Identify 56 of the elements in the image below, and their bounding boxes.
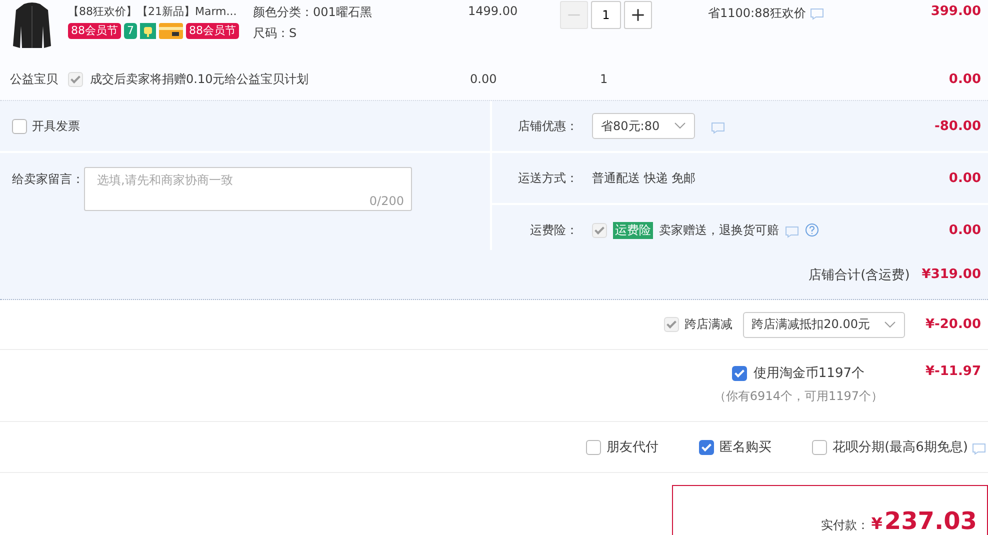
charity-subtotal: 0.00	[948, 72, 981, 86]
promo-badge: 88会员节	[186, 23, 239, 39]
character-counter: 0/200	[369, 194, 404, 208]
option-label[interactable]: 花呗分期(最高6期免息)	[832, 438, 968, 456]
row-amount: 0.00	[948, 170, 981, 186]
row-label: 店铺优惠：	[517, 118, 578, 134]
shop-total-amount: ¥319.00	[922, 267, 981, 282]
currency-symbol: ¥	[871, 514, 882, 533]
jacket-photo	[12, 2, 52, 50]
message-icon[interactable]	[710, 122, 725, 134]
option-checkbox[interactable]	[812, 440, 827, 454]
row-amount: -80.00	[934, 118, 981, 134]
subtotal-amount: 399.00	[930, 4, 981, 19]
promo-badge: 7	[124, 23, 137, 39]
quantity-field[interactable]: 1	[591, 1, 621, 29]
product-title[interactable]: 【88狂欢价】【21新品】Marm...	[68, 4, 253, 19]
message-icon[interactable]	[972, 442, 986, 454]
shop-total-label: 店铺合计(含运费)	[808, 266, 910, 284]
option-label[interactable]: 朋友代付	[606, 438, 659, 456]
plus-icon	[631, 8, 645, 22]
row-amount: 0.00	[948, 222, 981, 238]
charity-quantity: 1	[600, 72, 609, 86]
invoice-label[interactable]: 开具发票	[32, 118, 80, 134]
plus-button[interactable]	[624, 1, 652, 29]
chevron-icon	[884, 320, 896, 328]
cross-store-label: 跨店满减	[684, 316, 733, 333]
message-icon[interactable]	[810, 8, 824, 20]
insurance-tag: 运费险	[613, 222, 653, 238]
shipping-method: 普通配送 快递 免邮	[592, 170, 696, 186]
insurance-text: 卖家赠送，退换货可赔	[659, 222, 779, 238]
sku-text: 尺码：S	[253, 25, 298, 42]
discount-dropdown[interactable]: 省80元:80	[592, 113, 695, 139]
total-amount: 237.03	[884, 506, 977, 535]
help-icon[interactable]	[805, 223, 819, 237]
charity-price: 0.00	[470, 72, 498, 86]
message-label: 给卖家留言：	[12, 171, 84, 188]
coins-amount: ¥-11.97	[924, 364, 981, 381]
promo-badge: 88会员节	[68, 23, 121, 39]
coins-note: （你有6914个，可用1197个）	[714, 388, 883, 405]
row-label: 运送方式：	[517, 170, 578, 186]
total-label: 实付款：	[821, 517, 870, 534]
coins-checkbox[interactable]	[732, 366, 748, 380]
cross-store-amount: ¥-20.00	[924, 317, 981, 332]
option-checkbox[interactable]	[586, 440, 601, 454]
charity-label: 公益宝贝	[10, 70, 59, 88]
unit-price: 1499.00	[468, 4, 518, 18]
coins-label[interactable]: 使用淘金币1197个	[753, 364, 864, 382]
invoice-checkbox[interactable]	[12, 118, 27, 134]
message-icon[interactable]	[785, 226, 799, 238]
charity-text: 成交后卖家将捐赠0.10元给公益宝贝计划	[90, 70, 310, 88]
promo-text: 省1100:88狂欢价	[708, 5, 806, 22]
option-checkbox[interactable]	[698, 440, 714, 454]
sku-text: 颜色分类：001曜石黑	[253, 4, 373, 21]
row-label: 运费险：	[529, 222, 578, 238]
chevron-icon	[674, 122, 686, 130]
option-label[interactable]: 匿名购买	[720, 438, 772, 456]
